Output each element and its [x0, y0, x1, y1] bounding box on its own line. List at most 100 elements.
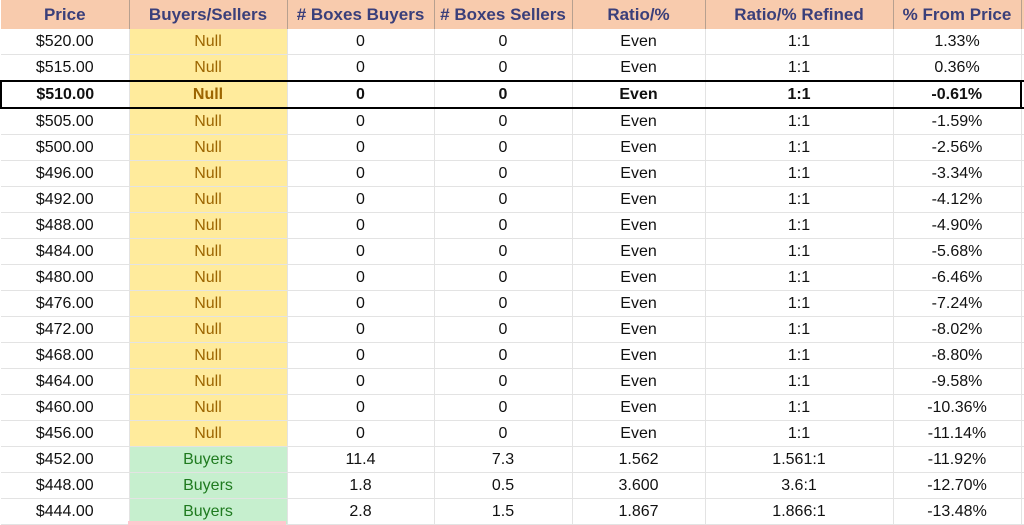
ratio-refined-cell[interactable]: 1:1 [705, 134, 894, 161]
boxes-buyers-cell[interactable]: 0 [287, 264, 435, 291]
buyers-sellers-cell[interactable]: Null [129, 54, 288, 82]
price-cell[interactable]: $505.00 [1, 108, 130, 135]
ratio-cell[interactable]: Even [572, 264, 706, 291]
price-cell[interactable]: $510.00 [0, 80, 130, 109]
boxes-sellers-cell[interactable]: 0 [434, 342, 573, 369]
ratio-cell[interactable]: 1.867 [572, 498, 706, 525]
pct-from-price-cell[interactable]: 0.36% [893, 54, 1022, 82]
price-cell[interactable]: $444.00 [1, 498, 130, 525]
ratio-cell[interactable]: Even [572, 212, 706, 239]
column-header-boxes-sellers[interactable]: # Boxes Sellers [434, 0, 573, 29]
column-header-pct-from-price[interactable]: % From Price [893, 0, 1022, 29]
ratio-cell[interactable]: Even [572, 342, 706, 369]
pct-from-price-cell[interactable]: -5.68% [893, 238, 1022, 265]
boxes-buyers-cell[interactable]: 0 [287, 212, 435, 239]
boxes-buyers-cell[interactable]: 0 [287, 108, 435, 135]
price-cell[interactable]: $515.00 [1, 54, 130, 82]
ratio-refined-cell[interactable]: 1:1 [705, 316, 894, 343]
price-cell[interactable]: $452.00 [1, 446, 130, 473]
pct-from-price-cell[interactable]: -8.80% [893, 342, 1022, 369]
boxes-buyers-cell[interactable]: 0 [287, 368, 435, 395]
boxes-buyers-cell[interactable]: 0 [287, 29, 435, 55]
price-cell[interactable]: $500.00 [1, 134, 130, 161]
price-cell[interactable]: $456.00 [1, 420, 130, 447]
boxes-sellers-cell[interactable]: 0 [434, 212, 573, 239]
pct-from-price-cell[interactable]: -4.12% [893, 186, 1022, 213]
price-cell[interactable]: $480.00 [1, 264, 130, 291]
pct-from-price-cell[interactable]: -4.90% [893, 212, 1022, 239]
boxes-sellers-cell[interactable]: 0 [434, 394, 573, 421]
ratio-cell[interactable]: Even [572, 238, 706, 265]
price-cell[interactable]: $488.00 [1, 212, 130, 239]
pct-from-price-cell[interactable]: -0.61% [893, 80, 1022, 109]
column-header-ratio-refined[interactable]: Ratio/% Refined [705, 0, 894, 29]
boxes-sellers-cell[interactable]: 7.3 [434, 446, 573, 473]
pct-from-price-cell[interactable]: -11.14% [893, 420, 1022, 447]
ratio-refined-cell[interactable]: 1.561:1 [705, 446, 894, 473]
pct-from-price-cell[interactable]: -13.48% [893, 498, 1022, 525]
boxes-sellers-cell[interactable]: 0 [434, 368, 573, 395]
column-header-price[interactable]: Price [1, 0, 130, 29]
boxes-buyers-cell[interactable]: 0 [287, 134, 435, 161]
pct-from-price-cell[interactable]: -1.59% [893, 108, 1022, 135]
ratio-refined-cell[interactable]: 1:1 [705, 290, 894, 317]
boxes-buyers-cell[interactable]: 11.4 [287, 446, 435, 473]
pct-from-price-cell[interactable]: -2.56% [893, 134, 1022, 161]
boxes-sellers-cell[interactable]: 0 [434, 54, 573, 82]
pct-from-price-cell[interactable]: -9.58% [893, 368, 1022, 395]
boxes-buyers-cell[interactable]: 0 [287, 420, 435, 447]
boxes-sellers-cell[interactable]: 1.5 [434, 498, 573, 525]
pct-from-price-cell[interactable]: -12.70% [893, 472, 1022, 499]
buyers-sellers-cell[interactable]: Null [129, 186, 288, 213]
ratio-cell[interactable]: Even [572, 134, 706, 161]
buyers-sellers-cell[interactable]: Null [129, 80, 288, 109]
buyers-sellers-cell[interactable]: Null [129, 290, 288, 317]
price-cell[interactable]: $468.00 [1, 342, 130, 369]
ratio-cell[interactable]: Even [572, 80, 706, 109]
price-cell[interactable]: $492.00 [1, 186, 130, 213]
price-cell[interactable]: $464.00 [1, 368, 130, 395]
boxes-buyers-cell[interactable]: 1.8 [287, 472, 435, 499]
price-cell[interactable]: $520.00 [1, 29, 130, 55]
ratio-cell[interactable]: Even [572, 29, 706, 55]
column-header-buyers-sellers[interactable]: Buyers/Sellers [129, 0, 288, 29]
ratio-cell[interactable]: 1.562 [572, 446, 706, 473]
boxes-buyers-cell[interactable]: 0 [287, 394, 435, 421]
buyers-sellers-cell[interactable]: Null [129, 134, 288, 161]
pct-from-price-cell[interactable]: -3.34% [893, 160, 1022, 187]
boxes-buyers-cell[interactable]: 0 [287, 80, 435, 109]
price-cell[interactable]: $476.00 [1, 290, 130, 317]
pct-from-price-cell[interactable]: -6.46% [893, 264, 1022, 291]
buyers-sellers-cell[interactable]: Null [129, 316, 288, 343]
ratio-refined-cell[interactable]: 1:1 [705, 29, 894, 55]
price-cell[interactable]: $460.00 [1, 394, 130, 421]
buyers-sellers-cell[interactable]: Null [129, 394, 288, 421]
boxes-sellers-cell[interactable]: 0 [434, 290, 573, 317]
ratio-cell[interactable]: Even [572, 290, 706, 317]
ratio-refined-cell[interactable]: 1:1 [705, 80, 894, 109]
ratio-refined-cell[interactable]: 1.866:1 [705, 498, 894, 525]
boxes-sellers-cell[interactable]: 0 [434, 80, 573, 109]
ratio-refined-cell[interactable]: 1:1 [705, 394, 894, 421]
boxes-sellers-cell[interactable]: 0.5 [434, 472, 573, 499]
boxes-buyers-cell[interactable]: 0 [287, 160, 435, 187]
buyers-sellers-cell[interactable]: Buyers [129, 472, 288, 499]
ratio-refined-cell[interactable]: 1:1 [705, 238, 894, 265]
column-header-boxes-buyers[interactable]: # Boxes Buyers [287, 0, 435, 29]
boxes-sellers-cell[interactable]: 0 [434, 134, 573, 161]
ratio-cell[interactable]: Even [572, 394, 706, 421]
price-cell[interactable]: $448.00 [1, 472, 130, 499]
boxes-sellers-cell[interactable]: 0 [434, 238, 573, 265]
ratio-refined-cell[interactable]: 1:1 [705, 160, 894, 187]
boxes-sellers-cell[interactable]: 0 [434, 316, 573, 343]
boxes-buyers-cell[interactable]: 0 [287, 342, 435, 369]
buyers-sellers-cell[interactable]: Null [129, 264, 288, 291]
ratio-cell[interactable]: Even [572, 368, 706, 395]
boxes-sellers-cell[interactable]: 0 [434, 264, 573, 291]
price-cell[interactable]: $484.00 [1, 238, 130, 265]
buyers-sellers-cell[interactable]: Buyers [129, 446, 288, 473]
boxes-sellers-cell[interactable]: 0 [434, 186, 573, 213]
ratio-refined-cell[interactable]: 1:1 [705, 264, 894, 291]
ratio-cell[interactable]: Even [572, 108, 706, 135]
boxes-sellers-cell[interactable]: 0 [434, 420, 573, 447]
